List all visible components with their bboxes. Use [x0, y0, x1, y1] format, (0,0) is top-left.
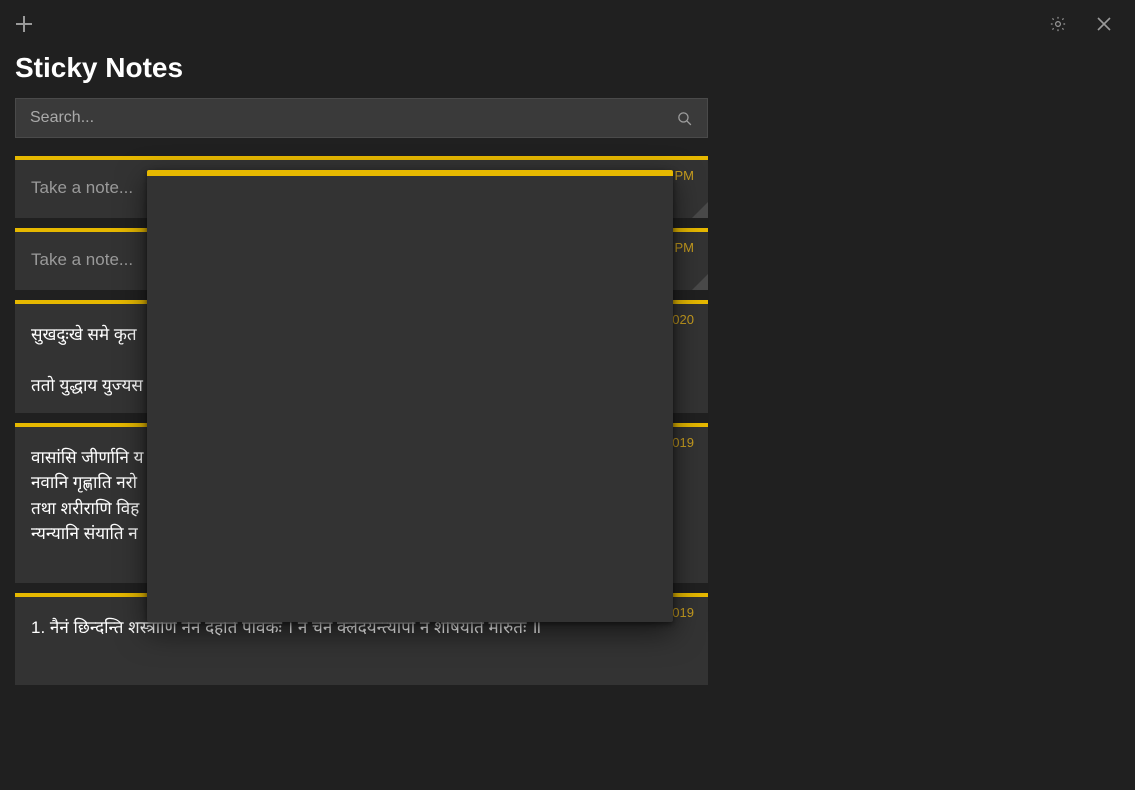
plus-icon [16, 16, 32, 32]
search-icon [676, 110, 693, 127]
note-corner-fold-icon [692, 202, 708, 218]
page-title: Sticky Notes [15, 52, 708, 84]
search-input[interactable] [30, 109, 676, 127]
close-icon [1097, 17, 1111, 31]
search-bar[interactable] [15, 98, 708, 138]
close-button[interactable] [1081, 8, 1127, 40]
new-note-button[interactable] [8, 8, 40, 40]
settings-button[interactable] [1035, 8, 1081, 40]
open-note-window[interactable] [147, 170, 673, 622]
gear-icon [1049, 15, 1067, 33]
note-corner-fold-icon [692, 274, 708, 290]
titlebar [0, 0, 1135, 48]
app-window: Sticky Notes 5 PM Take a note... 4 PM Ta… [0, 0, 1135, 790]
